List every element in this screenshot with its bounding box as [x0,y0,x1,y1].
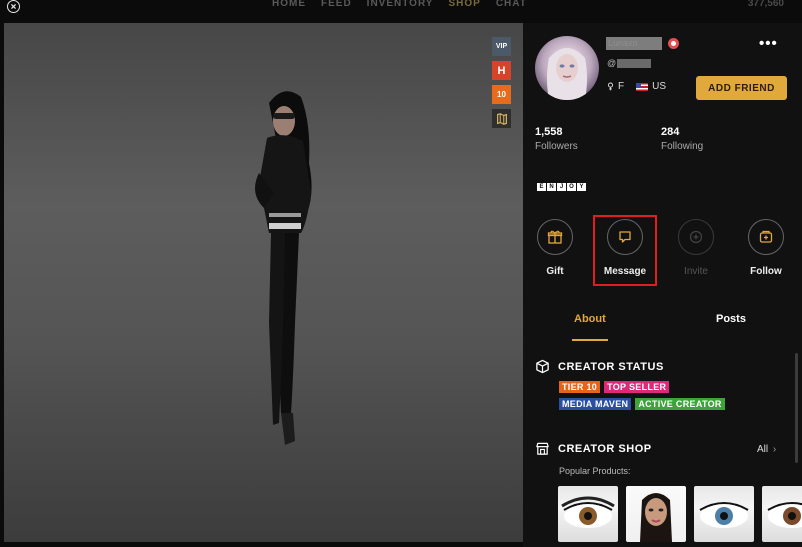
followers-label: Followers [535,141,578,152]
creator-status-header: CREATOR STATUS [535,359,664,374]
user-handle: @ [607,58,652,68]
follow-button[interactable]: Follow [731,219,801,277]
map-badge[interactable] [492,109,511,128]
following-count: 284 [661,126,680,138]
following-stat[interactable]: 284 Following [661,126,703,152]
cube-icon [536,359,549,374]
gift-button[interactable]: Gift [523,219,590,277]
chevron-right-icon: › [772,444,777,455]
handle-prefix: @ [607,58,617,68]
product-card[interactable] [694,486,754,542]
tab-about[interactable]: About [574,313,606,325]
tier-10-badge[interactable]: 10 [492,85,511,104]
coin-balance: 377,560 [747,0,784,9]
invite-circle [678,219,714,255]
creator-shop-title: CREATOR SHOP [558,442,652,455]
gift-label: Gift [546,266,564,277]
us-flag-icon [636,82,649,91]
nav-inventory[interactable]: INVENTORY [367,0,434,10]
creator-shop-header: CREATOR SHOP [535,441,652,456]
follow-circle [748,219,784,255]
gender-label: F [618,81,625,92]
action-buttons: Gift Message Invite Follow [523,215,802,289]
nav-chat[interactable]: CHAT [496,0,527,10]
product-card[interactable] [762,486,802,542]
profile-panel: Lunaxo @ F US ••• ADD FRIEND 1,558 Follo… [523,23,802,547]
close-icon [10,3,17,10]
gift-icon [547,230,563,244]
product-thumbnail [640,493,672,542]
bio-letter: Y [577,183,586,191]
female-icon [607,82,614,91]
avatar[interactable] [535,36,599,100]
nav-items: HOME FEED INVENTORY SHOP CHAT [272,0,542,10]
product-thumbnail [699,502,749,528]
bio-letter: O [567,183,576,191]
close-button[interactable] [7,0,20,13]
following-label: Following [661,141,704,152]
nav-shop[interactable]: SHOP [448,0,480,10]
followers-stat[interactable]: 1,558 Followers [535,126,578,152]
tag-tier-10: TIER 10 [559,381,601,393]
invite-icon [689,230,703,244]
username: Lunaxo [606,37,662,50]
product-thumbnail [767,502,802,528]
nav-home[interactable]: HOME [272,0,306,10]
follow-label: Follow [750,266,782,277]
popular-products-label: Popular Products: [559,466,631,476]
bio-letter: N [547,183,556,191]
shop-all-link[interactable]: All › [757,444,776,455]
add-friend-button[interactable]: ADD FRIEND [696,76,787,100]
avatar-3d-viewport[interactable]: VIP H 10 [4,23,523,542]
gift-circle [537,219,573,255]
bio-letter: E [537,183,546,191]
bio-letter: J [557,183,566,191]
nav-feed[interactable]: FEED [321,0,352,10]
creator-status-tags: TIER 10 TOP SELLER MEDIA MAVEN ACTIVE CR… [559,381,789,415]
top-navigation: HOME FEED INVENTORY SHOP CHAT 377,560 [0,0,802,13]
shop-icon [536,442,549,455]
verified-icon [668,38,679,49]
avatar-figure[interactable] [229,83,339,463]
vip-badge[interactable]: VIP [492,37,511,56]
panel-scrollbar[interactable] [795,353,798,463]
all-label: All [757,444,769,455]
message-highlight-box [593,215,657,286]
product-thumbnail [561,496,615,528]
invite-label: Invite [684,266,708,277]
profile-tabs: About Posts [523,313,802,343]
avatar-portrait [547,48,587,100]
tag-active-creator: ACTIVE CREATOR [635,398,725,410]
follow-icon [759,230,773,243]
tab-posts[interactable]: Posts [716,313,746,325]
tag-media-maven: MEDIA MAVEN [559,398,632,410]
h-badge[interactable]: H [492,61,511,80]
bio-text: E N J O Y [537,183,586,191]
product-row [558,486,802,542]
more-options-button[interactable]: ••• [759,35,778,52]
user-demographics: F US [607,81,666,92]
handle-redacted [617,58,652,68]
product-card[interactable] [626,486,686,542]
badge-column: VIP H 10 [492,37,511,128]
map-icon [496,112,507,125]
country-label: US [652,81,667,92]
invite-button[interactable]: Invite [661,219,731,277]
product-card[interactable] [558,486,618,542]
creator-status-title: CREATOR STATUS [558,360,664,373]
tag-top-seller: TOP SELLER [604,381,670,393]
followers-count: 1,558 [535,126,563,138]
tab-active-indicator [572,339,608,341]
